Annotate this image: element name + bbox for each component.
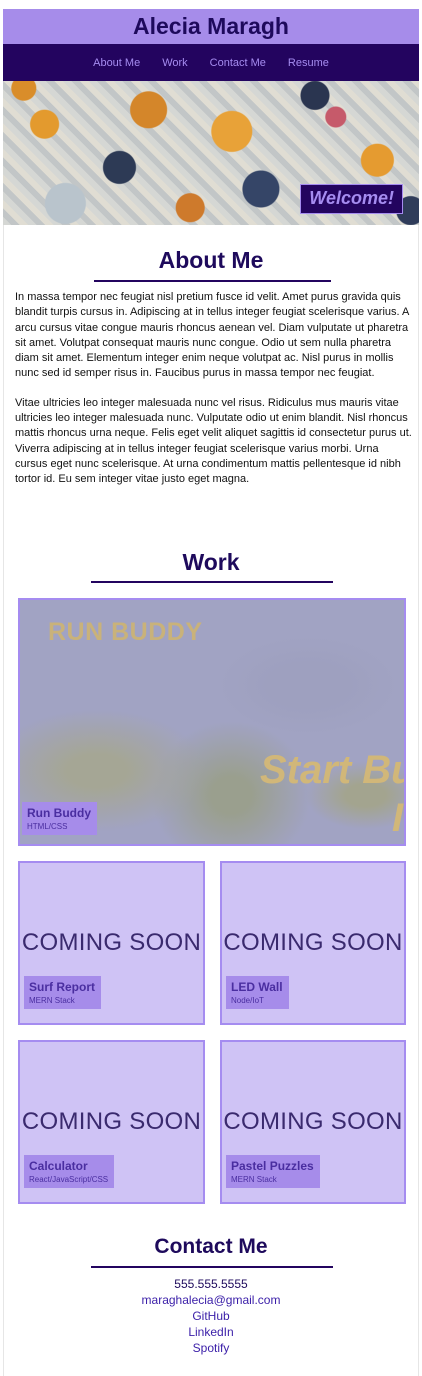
project-card-pastel-puzzles[interactable]: COMING SOON Pastel Puzzles MERN Stack: [220, 1040, 406, 1204]
contact-heading: Contact Me: [154, 1235, 268, 1258]
coming-soon-placeholder: COMING SOON: [223, 1108, 403, 1135]
coming-soon-placeholder: COMING SOON: [223, 929, 403, 956]
work-heading-rule: [91, 581, 333, 583]
welcome-badge: Welcome!: [300, 184, 403, 214]
nav-link-about[interactable]: About Me: [82, 57, 151, 69]
contact-link-spotify[interactable]: Spotify: [3, 1340, 419, 1356]
contact-phone: 555.555.5555: [174, 1277, 248, 1291]
contact-heading-rule: [91, 1266, 333, 1268]
project-card-led-wall[interactable]: COMING SOON LED Wall Node/IoT: [220, 861, 406, 1025]
project-title: Run Buddy: [27, 806, 91, 820]
project-title: Calculator: [29, 1159, 88, 1173]
main-nav: About Me Work Contact Me Resume: [3, 44, 419, 81]
project-card-calculator[interactable]: COMING SOON Calculator React/JavaScript/…: [18, 1040, 205, 1204]
contact-email-link[interactable]: maraghalecia@gmail.com: [3, 1292, 419, 1308]
project-label: Pastel Puzzles MERN Stack: [226, 1155, 320, 1188]
project-stack: React/JavaScript/CSS: [29, 1175, 109, 1184]
run-buddy-image-tagline-2: I: [392, 796, 404, 840]
site-title: Alecia Maragh: [133, 13, 289, 39]
project-title: Pastel Puzzles: [231, 1159, 314, 1173]
hero-banner: Welcome!: [3, 81, 419, 225]
about-paragraph-2: Vitae ultricies leo integer malesuada nu…: [15, 396, 412, 486]
work-heading: Work: [182, 549, 240, 575]
nav-link-contact[interactable]: Contact Me: [199, 57, 277, 69]
project-stack: HTML/CSS: [27, 822, 68, 831]
about-text: In massa tempor nec feugiat nisl pretium…: [15, 290, 413, 502]
coming-soon-placeholder: COMING SOON: [21, 1108, 202, 1135]
contact-list: 555.555.5555 maraghalecia@gmail.com GitH…: [3, 1276, 419, 1356]
project-card-run-buddy[interactable]: RUN BUDDY Start Bu I Run Buddy HTML/CSS: [18, 598, 406, 846]
project-title: Surf Report: [29, 980, 95, 994]
project-label: LED Wall Node/IoT: [226, 976, 289, 1009]
run-buddy-image-tagline: Start Bu: [260, 748, 406, 792]
project-stack: MERN Stack: [231, 1175, 277, 1184]
project-stack: MERN Stack: [29, 996, 75, 1005]
run-buddy-image-title: RUN BUDDY: [48, 618, 203, 646]
about-paragraph-1: In massa tempor nec feugiat nisl pretium…: [15, 291, 409, 380]
about-heading-rule: [94, 280, 331, 282]
nav-link-work[interactable]: Work: [151, 57, 198, 69]
project-label: Run Buddy HTML/CSS: [22, 802, 97, 835]
project-label: Surf Report MERN Stack: [24, 976, 101, 1009]
project-stack: Node/IoT: [231, 996, 264, 1005]
nav-link-resume[interactable]: Resume: [277, 57, 340, 69]
coming-soon-placeholder: COMING SOON: [21, 929, 202, 956]
site-header: Alecia Maragh: [3, 9, 419, 44]
about-heading: About Me: [158, 247, 264, 273]
project-label: Calculator React/JavaScript/CSS: [24, 1155, 115, 1188]
contact-link-github[interactable]: GitHub: [3, 1308, 419, 1324]
contact-link-linkedin[interactable]: LinkedIn: [3, 1324, 419, 1340]
project-title: LED Wall: [231, 980, 283, 994]
project-card-surf-report[interactable]: COMING SOON Surf Report MERN Stack: [18, 861, 205, 1025]
